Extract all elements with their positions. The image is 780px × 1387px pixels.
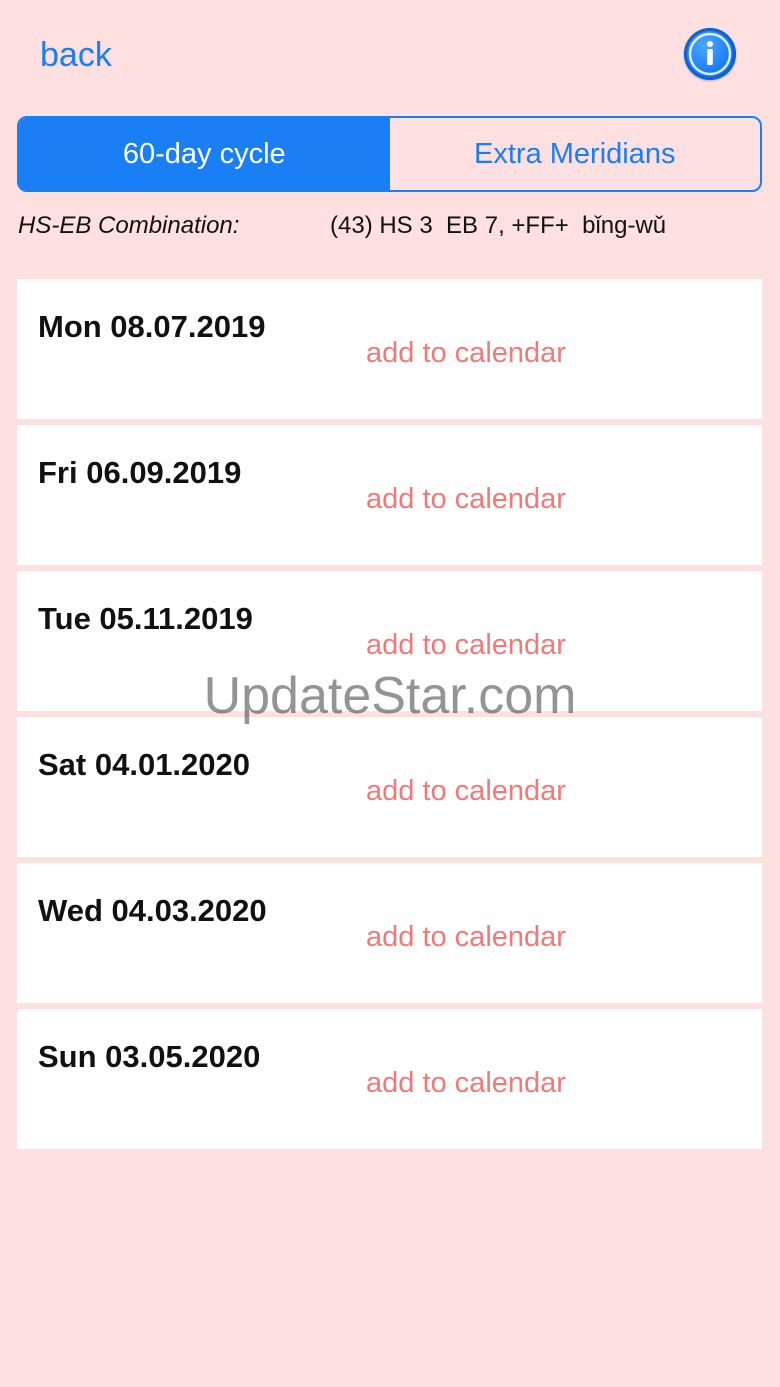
add-to-calendar-button[interactable]: add to calendar bbox=[366, 337, 566, 370]
list-item: Wed 04.03.2020 add to calendar bbox=[17, 863, 762, 1003]
date-label: Mon 08.07.2019 bbox=[38, 309, 266, 344]
back-button[interactable]: back bbox=[40, 36, 112, 75]
combination-label: HS-EB Combination: bbox=[18, 212, 240, 239]
combination-value: (43) HS 3 EB 7, +FF+ bǐng-wǔ bbox=[330, 212, 667, 239]
date-label: Sat 04.01.2020 bbox=[38, 747, 251, 782]
segment-60-day-cycle[interactable]: 60-day cycle bbox=[19, 118, 390, 190]
info-icon bbox=[688, 32, 732, 76]
list-item: Fri 06.09.2019 add to calendar bbox=[17, 425, 762, 565]
date-label: Fri 06.09.2019 bbox=[38, 455, 242, 490]
segment-extra-meridians[interactable]: Extra Meridians bbox=[390, 118, 761, 190]
date-label: Sun 03.05.2020 bbox=[38, 1039, 261, 1074]
combination-row: HS-EB Combination: (43) HS 3 EB 7, +FF+ … bbox=[18, 212, 762, 246]
add-to-calendar-button[interactable]: add to calendar bbox=[366, 483, 566, 516]
list-item: Tue 05.11.2019 add to calendar bbox=[17, 571, 762, 711]
add-to-calendar-button[interactable]: add to calendar bbox=[366, 775, 566, 808]
add-to-calendar-button[interactable]: add to calendar bbox=[366, 921, 566, 954]
info-button[interactable] bbox=[684, 28, 736, 80]
date-list: Mon 08.07.2019 add to calendar Fri 06.09… bbox=[17, 279, 762, 1155]
date-label: Tue 05.11.2019 bbox=[38, 601, 253, 636]
add-to-calendar-button[interactable]: add to calendar bbox=[366, 629, 566, 662]
add-to-calendar-button[interactable]: add to calendar bbox=[366, 1067, 566, 1100]
list-item: Mon 08.07.2019 add to calendar bbox=[17, 279, 762, 419]
list-item: Sun 03.05.2020 add to calendar bbox=[17, 1009, 762, 1149]
segmented-control: 60-day cycle Extra Meridians bbox=[17, 116, 762, 192]
list-item: Sat 04.01.2020 add to calendar bbox=[17, 717, 762, 857]
date-label: Wed 04.03.2020 bbox=[38, 893, 267, 928]
